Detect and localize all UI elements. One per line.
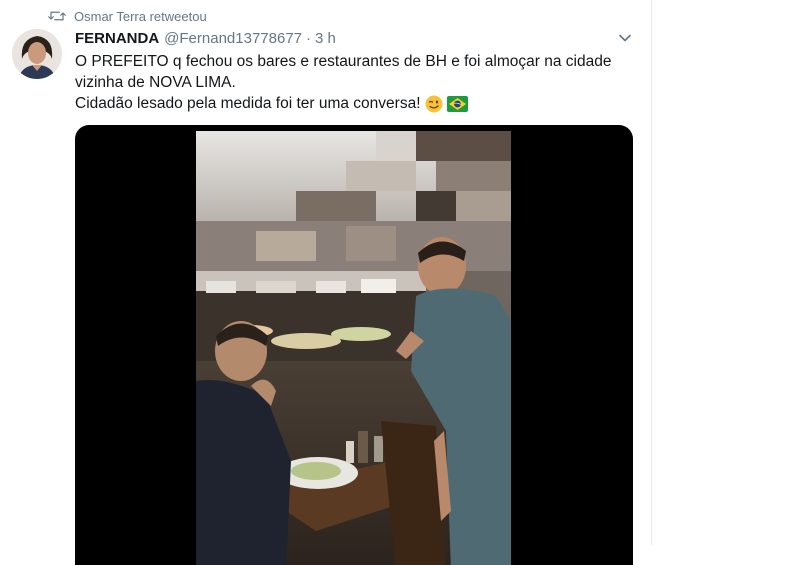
tweet-timestamp[interactable]: 3 h — [315, 30, 336, 47]
author-name[interactable]: FERNANDA — [75, 30, 159, 47]
winking-face-emoji — [425, 95, 443, 113]
separator-dot: · — [306, 29, 312, 47]
tweet-text-line: Cidadão lesado pela medida foi ter uma c… — [75, 95, 421, 112]
tweet-text: O PREFEITO q fechou os bares e restauran… — [75, 51, 645, 114]
avatar-image — [12, 29, 62, 79]
author-handle[interactable]: @Fernand13778677 — [164, 30, 302, 47]
chevron-down-icon[interactable] — [617, 30, 633, 46]
tweet-text-line: O PREFEITO q fechou os bares e restauran… — [75, 53, 612, 70]
retweet-context[interactable]: Osmar Terra retweetou — [48, 7, 207, 25]
tweet-text-line: vizinha de NOVA LIMA. — [75, 74, 236, 91]
retweet-context-text[interactable]: Osmar Terra retweetou — [74, 9, 207, 24]
tweet-header: FERNANDA @Fernand13778677 · 3 h — [75, 28, 336, 48]
column-divider — [651, 0, 652, 545]
tweet-text-line-last: Cidadão lesado pela medida foi ter uma c… — [75, 93, 645, 114]
avatar[interactable] — [12, 29, 62, 79]
video-frame — [196, 131, 511, 565]
retweet-icon — [48, 11, 66, 21]
video-player[interactable] — [75, 125, 633, 565]
brazil-flag-emoji — [446, 95, 468, 112]
